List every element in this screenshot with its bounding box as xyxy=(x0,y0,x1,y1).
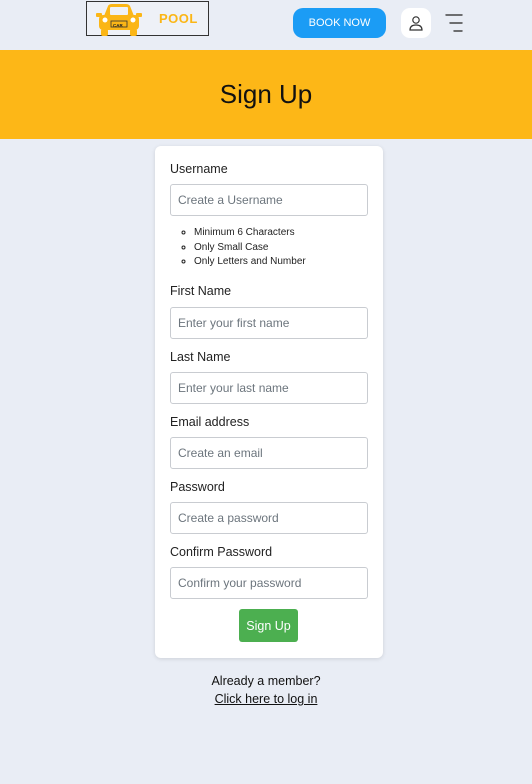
last-name-label: Last Name xyxy=(170,350,231,364)
username-rule: Only Small Case xyxy=(194,241,306,256)
top-navbar: CAR POOL BOOK NOW xyxy=(0,0,532,50)
user-icon xyxy=(409,16,423,31)
page-banner: Sign Up xyxy=(0,50,532,139)
logo-text: POOL xyxy=(159,11,198,26)
username-input[interactable] xyxy=(170,184,368,216)
last-name-input[interactable] xyxy=(170,372,368,404)
menu-icon xyxy=(445,14,463,32)
brand-logo[interactable]: CAR POOL xyxy=(86,1,209,36)
email-input[interactable] xyxy=(170,437,368,469)
confirm-password-label: Confirm Password xyxy=(170,545,273,559)
sign-up-button[interactable]: Sign Up xyxy=(239,609,298,642)
password-input[interactable] xyxy=(170,502,368,534)
confirm-password-input[interactable] xyxy=(170,567,368,599)
book-now-button[interactable]: BOOK NOW xyxy=(293,8,386,38)
username-rules-list: Minimum 6 Characters Only Small Case Onl… xyxy=(194,226,306,270)
signup-form-card: Username Minimum 6 Characters Only Small… xyxy=(155,146,383,658)
login-link[interactable]: Click here to log in xyxy=(0,692,532,706)
first-name-input[interactable] xyxy=(170,307,368,339)
menu-button[interactable] xyxy=(444,12,466,34)
username-rule: Only Letters and Number xyxy=(194,255,306,270)
username-rule: Minimum 6 Characters xyxy=(194,226,306,241)
already-member-text: Already a member? xyxy=(211,674,321,688)
user-account-button[interactable] xyxy=(401,8,431,38)
password-label: Password xyxy=(170,480,225,494)
logo-badge-text: CAR xyxy=(113,22,123,28)
username-label: Username xyxy=(170,162,228,176)
page-title: Sign Up xyxy=(219,79,313,109)
first-name-label: First Name xyxy=(170,284,232,298)
email-label: Email address xyxy=(170,415,250,429)
car-logo-icon xyxy=(96,4,142,36)
